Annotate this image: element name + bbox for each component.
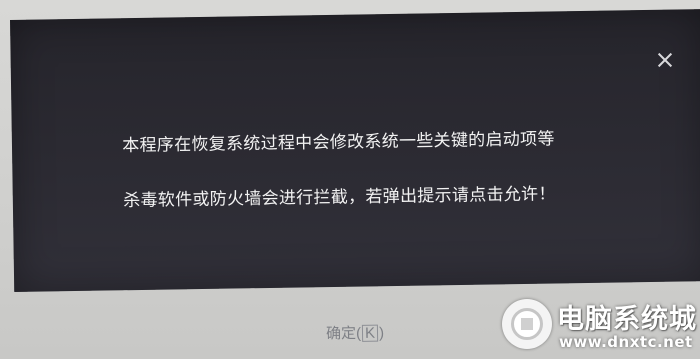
watermark: 电脑系统城 www.dnxtc.net <box>500 293 700 359</box>
ok-button-suffix: ) <box>378 324 385 342</box>
ok-button[interactable]: 确定(K) <box>326 319 384 346</box>
close-icon[interactable] <box>650 45 680 75</box>
watermark-title: 电脑系统城 <box>557 304 697 335</box>
ok-button-hotkey: K <box>361 324 379 342</box>
watermark-url: www.dnxtc.net <box>559 333 693 351</box>
site-logo-icon <box>502 299 552 349</box>
ok-button-label: 确定( <box>325 324 362 342</box>
